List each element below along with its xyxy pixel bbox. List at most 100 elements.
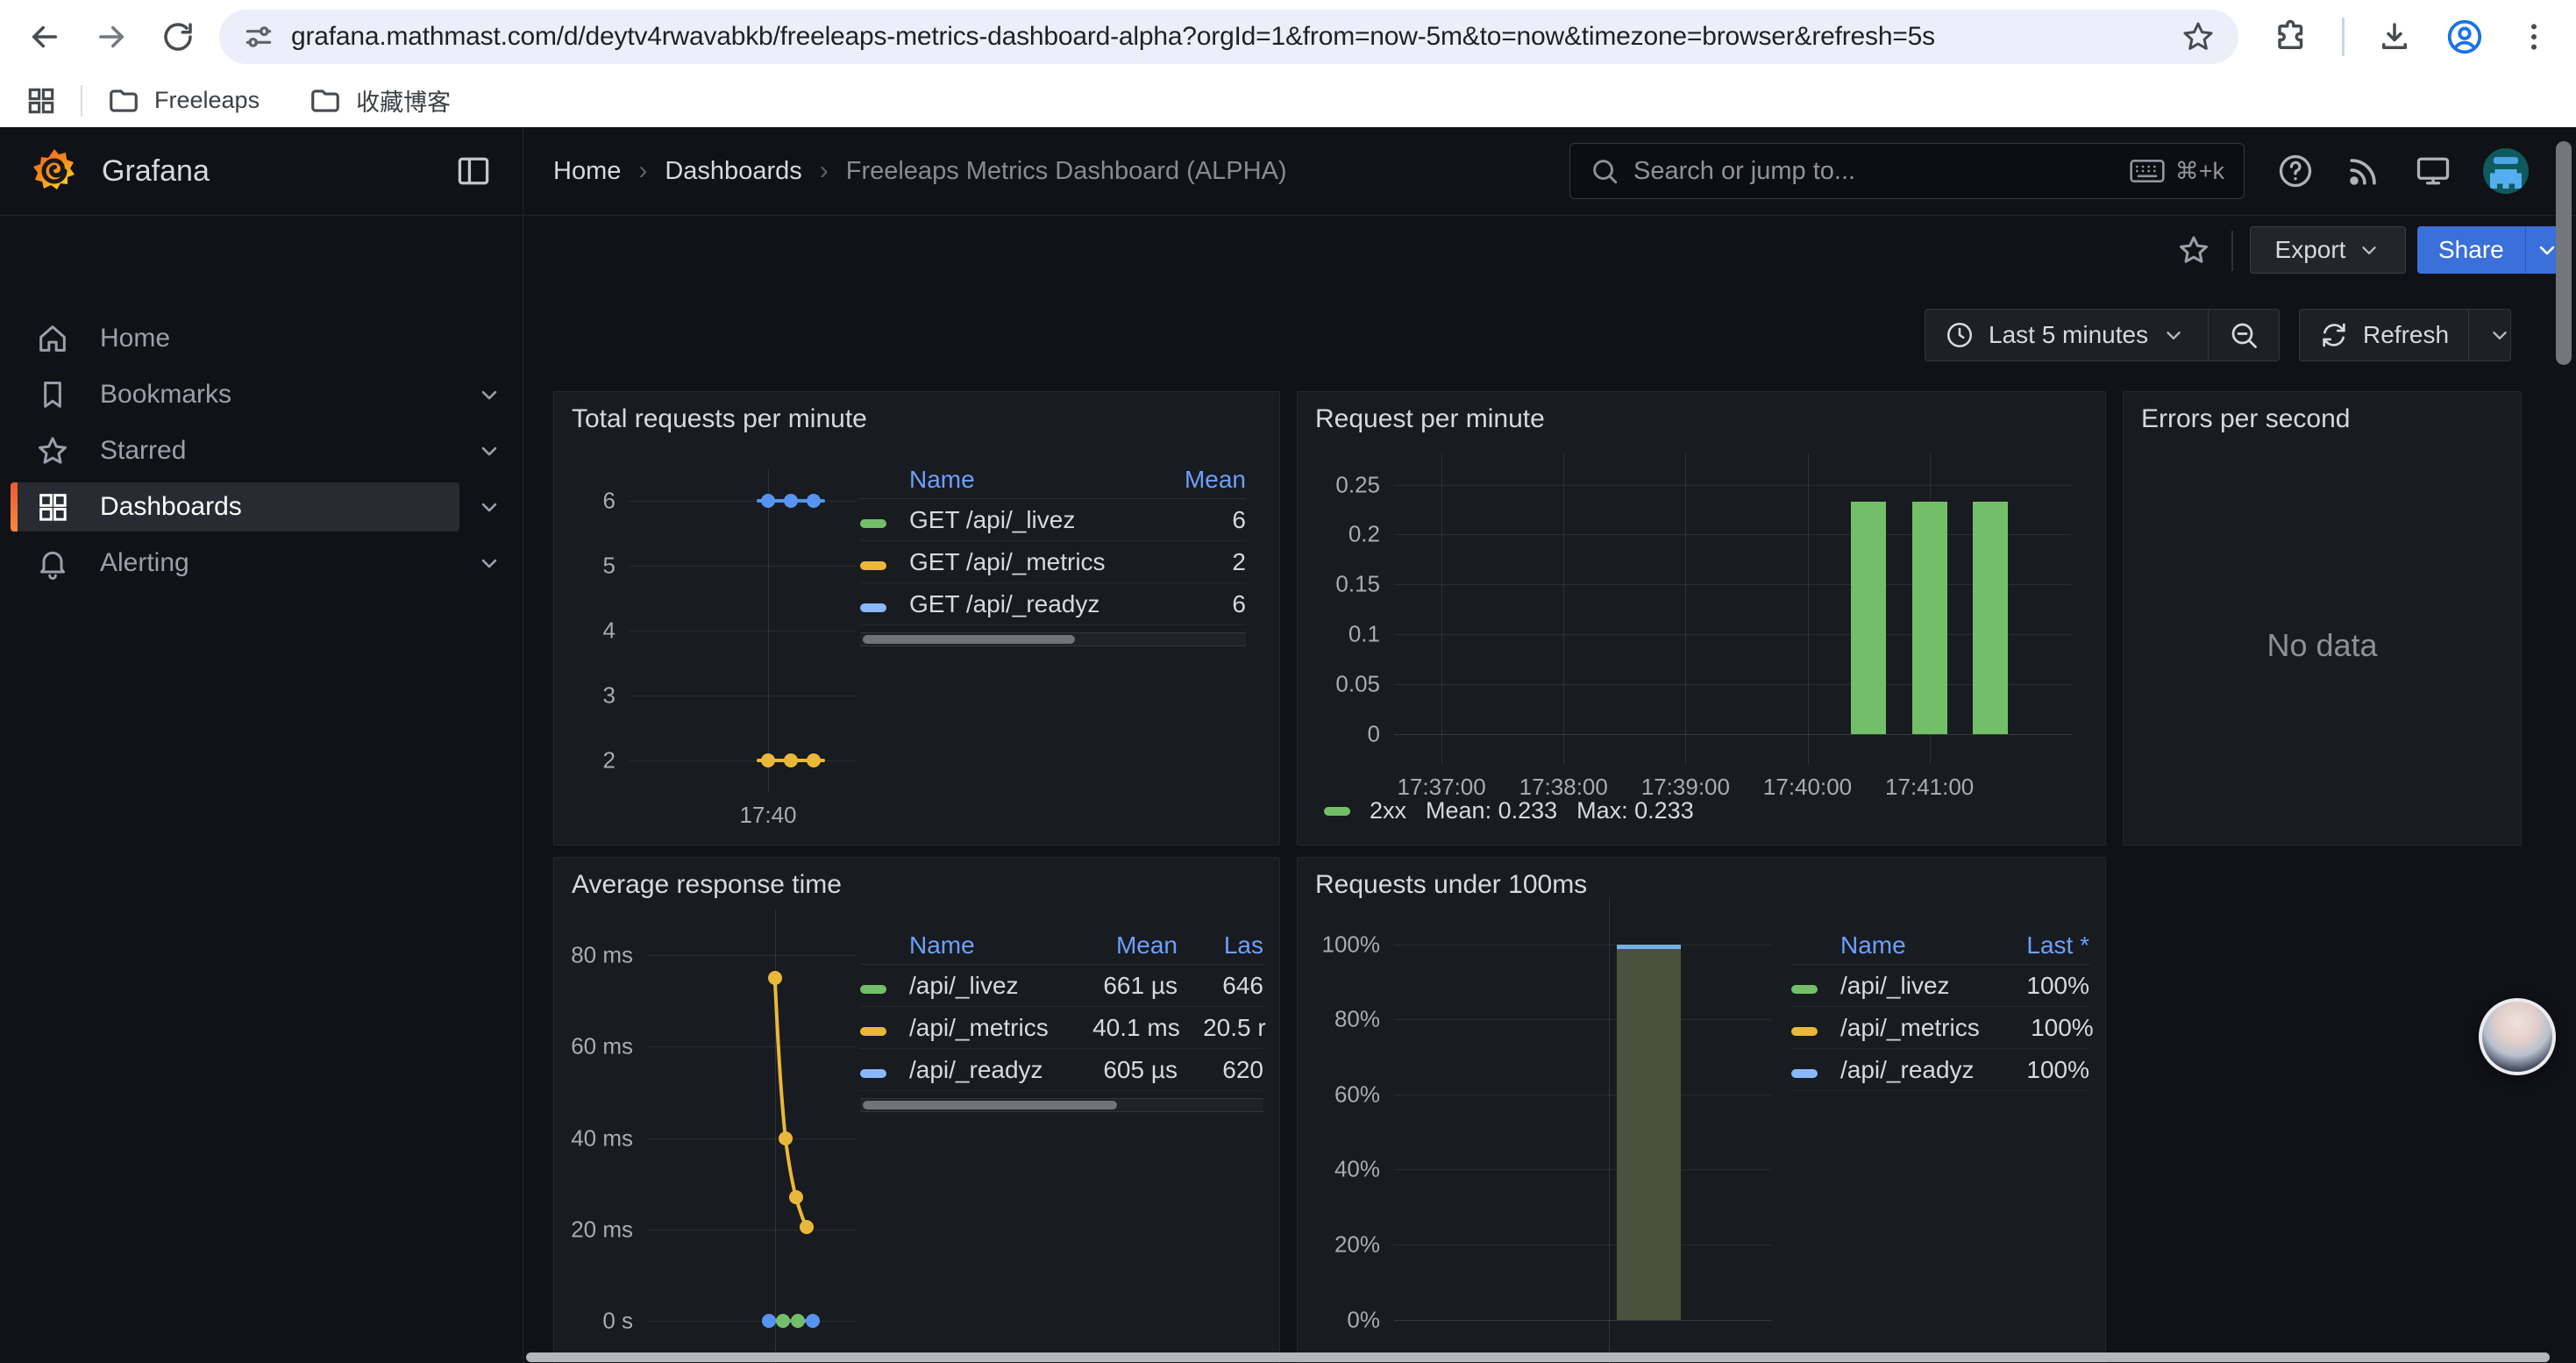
series-swatch: [1791, 1027, 1818, 1036]
extensions-icon[interactable]: [2274, 18, 2310, 55]
series-name[interactable]: GET /api/_livez: [909, 506, 1155, 534]
y-tick: 5: [603, 553, 630, 580]
sidebar-toggle-icon[interactable]: [454, 152, 493, 190]
legend-row-readyz[interactable]: GET /api/_readyz 6: [860, 583, 1246, 625]
share-button[interactable]: Share: [2417, 226, 2568, 274]
sidebar-item-dashboards[interactable]: Dashboards: [11, 482, 459, 532]
sidebar-item-starred[interactable]: Starred: [11, 426, 459, 475]
legend-row-metrics[interactable]: GET /api/_metrics 2: [860, 541, 1246, 583]
breadcrumb-home[interactable]: Home: [553, 157, 621, 186]
profile-icon[interactable]: [2444, 17, 2485, 57]
reload-icon[interactable]: [160, 18, 196, 55]
bar-2xx[interactable]: [1912, 502, 1947, 734]
legend-row-metrics[interactable]: /api/_metrics 40.1 ms 20.5 r: [860, 1007, 1263, 1049]
sidebar-item-home[interactable]: Home: [11, 314, 459, 363]
panel-average-response-time[interactable]: Average response time 80 ms 60 ms 40 ms …: [553, 857, 1280, 1363]
legend-row-metrics[interactable]: /api/_metrics 100%: [1791, 1007, 2089, 1049]
legend-scrollbar[interactable]: [860, 632, 1246, 646]
legend-col-name[interactable]: Name: [909, 931, 1046, 960]
chevron-down-icon: [2488, 324, 2511, 346]
series-name[interactable]: /api/_livez: [909, 972, 1046, 1000]
breadcrumb-dashboards[interactable]: Dashboards: [665, 157, 801, 186]
favorite-dashboard-star-icon[interactable]: [2176, 232, 2211, 268]
legend-row-livez[interactable]: /api/_livez 661 µs 646: [860, 965, 1263, 1007]
panel-errors-per-second[interactable]: Errors per second No data: [2123, 391, 2522, 846]
series-name[interactable]: /api/_readyz: [909, 1056, 1046, 1084]
panel-title[interactable]: Requests under 100ms: [1315, 870, 2088, 900]
bookmark-star-icon[interactable]: [2181, 19, 2216, 54]
user-avatar[interactable]: [2483, 148, 2529, 194]
y-tick: 0.15: [1335, 571, 1394, 598]
y-tick: 4: [603, 617, 630, 645]
legend[interactable]: 2xx Mean: 0.233 Max: 0.233: [1324, 797, 1694, 824]
url-text[interactable]: grafana.mathmast.com/d/deytv4rwavabkb/fr…: [291, 22, 2168, 52]
bookmark-folder-freeleaps[interactable]: Freeleaps: [107, 84, 260, 118]
series-name[interactable]: /api/_livez: [1840, 972, 1975, 1000]
brand-name[interactable]: Grafana: [102, 154, 454, 189]
page-scrollbar[interactable]: [2556, 141, 2572, 365]
panel-title[interactable]: Errors per second: [2141, 404, 2503, 434]
legend-col-name[interactable]: Name: [909, 466, 1155, 494]
monitor-icon[interactable]: [2413, 152, 2453, 190]
data-point: [807, 753, 821, 767]
panel-request-per-minute[interactable]: Request per minute 0.25 0.2 0.15 0.1 0.0…: [1297, 391, 2106, 846]
series-mean: 2: [1155, 548, 1246, 576]
legend-row-livez[interactable]: GET /api/_livez 6: [860, 499, 1246, 541]
series-swatch: [860, 561, 886, 570]
browser-menu-icon[interactable]: [2516, 19, 2551, 54]
legend-col-mean[interactable]: Mean: [1155, 466, 1246, 494]
chevron-down-icon[interactable]: [477, 551, 502, 575]
help-icon[interactable]: [2276, 152, 2315, 190]
refresh-interval-chevron[interactable]: [2468, 310, 2530, 360]
panel-title[interactable]: Request per minute: [1315, 404, 2088, 434]
bar-2xx[interactable]: [1851, 502, 1886, 734]
refresh-button[interactable]: Refresh: [2300, 310, 2468, 360]
legend-row-readyz[interactable]: /api/_readyz 605 µs 620: [860, 1049, 1263, 1091]
grafana-logo-icon[interactable]: [30, 146, 79, 196]
series-name[interactable]: /api/_metrics: [1840, 1014, 1980, 1042]
site-info-icon[interactable]: [242, 20, 275, 54]
legend-row-livez[interactable]: /api/_livez 100%: [1791, 965, 2089, 1007]
panel-requests-under-100ms[interactable]: Requests under 100ms 100% 80% 60% 40% 20…: [1297, 857, 2106, 1363]
apps-grid-icon[interactable]: [25, 84, 58, 118]
back-icon[interactable]: [26, 18, 63, 55]
series-name[interactable]: /api/_metrics: [909, 1014, 1049, 1042]
legend-col-last[interactable]: Last *: [1975, 931, 2089, 960]
legend-col-name[interactable]: Name: [1840, 931, 1975, 960]
floating-assistant-avatar[interactable]: [2479, 998, 2556, 1075]
chevron-down-icon[interactable]: [477, 439, 502, 463]
chevron-down-icon[interactable]: [477, 382, 502, 407]
share-label[interactable]: Share: [2417, 226, 2525, 274]
legend-scrollbar[interactable]: [860, 1098, 1263, 1112]
legend-col-last[interactable]: Las: [1178, 931, 1263, 960]
sidebar-item-alerting[interactable]: Alerting: [11, 539, 459, 588]
series-mean: 40.1 ms: [1049, 1014, 1180, 1042]
chevron-down-icon[interactable]: [477, 495, 502, 519]
downloads-icon[interactable]: [2376, 18, 2413, 55]
bar-2xx[interactable]: [1973, 502, 2008, 734]
export-button[interactable]: Export: [2250, 226, 2406, 274]
y-tick: 20%: [1334, 1231, 1394, 1258]
panel-title[interactable]: Average response time: [572, 870, 1262, 900]
sidebar-item-label: Home: [100, 324, 459, 353]
time-range-picker[interactable]: Last 5 minutes: [1925, 310, 2208, 360]
sidebar-item-bookmarks[interactable]: Bookmarks: [11, 370, 459, 419]
series-name[interactable]: /api/_readyz: [1840, 1056, 1975, 1084]
panel-title[interactable]: Total requests per minute: [572, 404, 1262, 434]
x-tick: 17:40:00: [1763, 774, 1852, 801]
data-point: [776, 1314, 790, 1328]
bar-under-100ms[interactable]: [1617, 945, 1681, 1320]
search-input[interactable]: Search or jump to... ⌘+k: [1569, 143, 2245, 199]
legend-col-mean[interactable]: Mean: [1046, 931, 1178, 960]
bookmark-folder-blogs[interactable]: 收藏博客: [309, 83, 451, 118]
series-name[interactable]: GET /api/_readyz: [909, 590, 1155, 618]
address-bar[interactable]: grafana.mathmast.com/d/deytv4rwavabkb/fr…: [219, 10, 2238, 64]
horizontal-scrollbar[interactable]: [526, 1352, 2550, 1362]
series-name[interactable]: GET /api/_metrics: [909, 548, 1155, 576]
zoom-out-button[interactable]: [2208, 310, 2279, 360]
news-rss-icon[interactable]: [2345, 152, 2383, 190]
legend-series-name[interactable]: 2xx: [1370, 797, 1406, 824]
panel-total-requests-per-minute[interactable]: Total requests per minute 6 5 4 3 2 17:4…: [553, 391, 1280, 846]
forward-icon[interactable]: [93, 18, 130, 55]
legend-row-readyz[interactable]: /api/_readyz 100%: [1791, 1049, 2089, 1091]
